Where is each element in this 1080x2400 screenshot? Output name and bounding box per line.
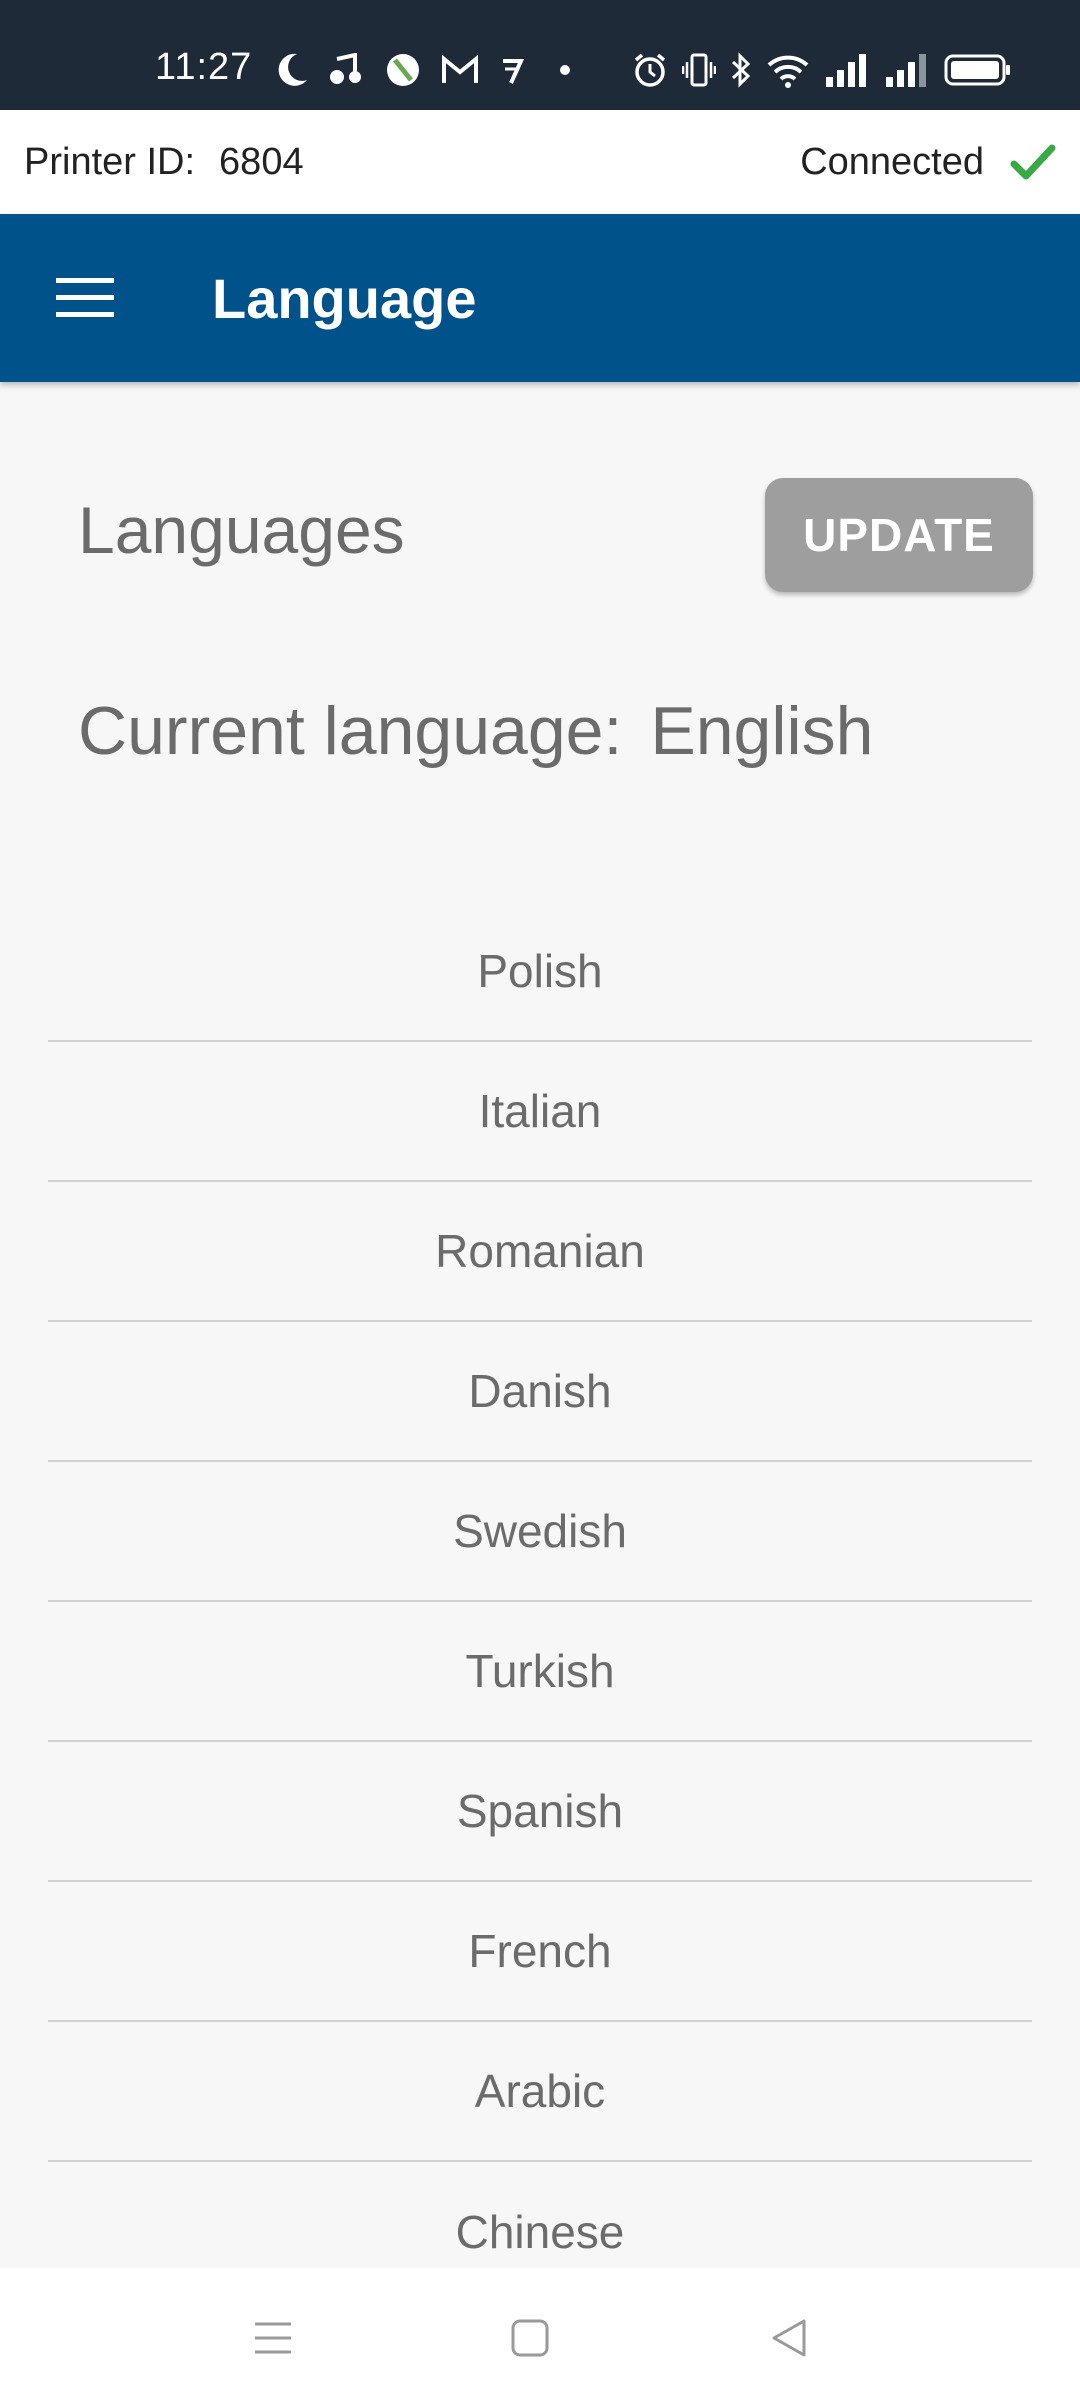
current-language-value: English	[650, 693, 874, 769]
back-icon	[772, 2319, 806, 2357]
maps-icon	[385, 52, 421, 88]
page-title: Language	[212, 266, 477, 330]
status-icons-right	[632, 48, 1012, 92]
music-icon	[329, 53, 365, 87]
connection-status: Connected	[800, 141, 1056, 184]
update-button[interactable]: UPDATE	[765, 478, 1033, 592]
printer-id: Printer ID: 6804	[24, 141, 304, 184]
signal-icon	[824, 53, 870, 87]
app-bar: Language	[0, 214, 1080, 382]
wifi-icon	[766, 52, 810, 88]
language-item-swedish[interactable]: Swedish	[48, 1462, 1032, 1602]
gmail-icon	[441, 55, 479, 85]
alarm-icon	[632, 52, 668, 88]
language-item-french[interactable]: French	[48, 1882, 1032, 2022]
language-item-arabic[interactable]: Arabic	[48, 2022, 1032, 2162]
menu-button[interactable]	[40, 253, 130, 343]
printer-id-value: 6804	[219, 140, 304, 183]
moon-icon	[275, 52, 309, 88]
signal-icon	[884, 53, 930, 87]
language-item-danish[interactable]: Danish	[48, 1322, 1032, 1462]
vibrate-icon	[682, 52, 716, 88]
back-button[interactable]	[750, 2298, 830, 2378]
recents-icon	[255, 2322, 291, 2354]
language-item-spanish[interactable]: Spanish	[48, 1742, 1032, 1882]
status-icons-left	[275, 50, 575, 90]
checkmark-icon	[1010, 142, 1056, 182]
language-item-polish[interactable]: Polish	[48, 902, 1032, 1042]
status-time: 11:27	[155, 46, 253, 88]
home-button[interactable]	[490, 2298, 570, 2378]
navigation-bar	[0, 2268, 1080, 2400]
printer-bar: Printer ID: 6804 Connected	[0, 110, 1080, 214]
dot-icon	[545, 55, 575, 85]
app-icon	[499, 55, 525, 85]
bluetooth-icon	[730, 52, 752, 88]
languages-heading: Languages	[78, 493, 405, 567]
language-item-italian[interactable]: Italian	[48, 1042, 1032, 1182]
language-item-romanian[interactable]: Romanian	[48, 1182, 1032, 1322]
language-item-turkish[interactable]: Turkish	[48, 1602, 1032, 1742]
current-language: Current language: English	[78, 692, 873, 770]
recents-button[interactable]	[233, 2298, 313, 2378]
home-icon	[511, 2319, 549, 2357]
language-list: Polish Italian Romanian Danish Swedish T…	[48, 902, 1032, 2302]
printer-id-label: Printer ID:	[24, 140, 196, 183]
connection-status-label: Connected	[800, 140, 984, 183]
current-language-label: Current language:	[78, 693, 623, 769]
battery-icon	[944, 53, 1012, 87]
status-bar: 11:27	[0, 0, 1080, 110]
hamburger-icon	[56, 278, 114, 317]
